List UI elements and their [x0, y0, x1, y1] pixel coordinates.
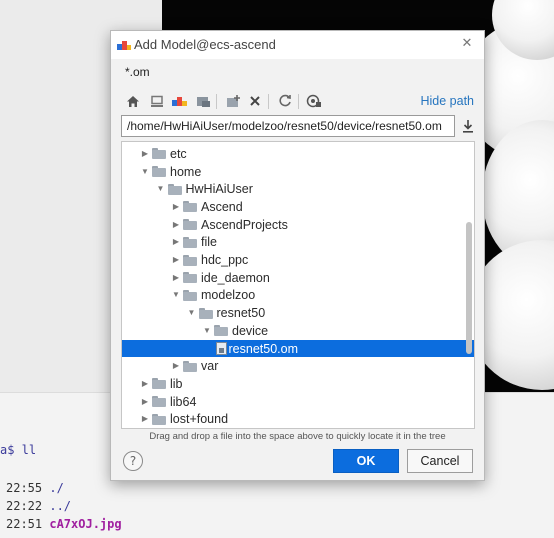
module-icon[interactable]	[195, 93, 211, 109]
chevron-right-icon[interactable]: ▶	[138, 413, 152, 425]
folder-icon	[183, 360, 197, 372]
tree-folder-item[interactable]: ▶ lib	[122, 375, 474, 393]
folder-icon	[152, 378, 166, 390]
close-button[interactable]: ✕	[458, 35, 476, 53]
folder-icon	[152, 148, 166, 160]
folder-icon	[183, 236, 197, 248]
chevron-down-icon[interactable]: ▼	[138, 166, 152, 178]
terminal-line: 22:51 cA7xOJ.jpg	[6, 517, 122, 531]
tree-folder-item[interactable]: ▶ Ascend	[122, 198, 474, 216]
download-button[interactable]	[460, 117, 476, 135]
delete-icon[interactable]	[247, 93, 263, 109]
hide-path-link[interactable]: Hide path	[420, 94, 474, 108]
chevron-down-icon[interactable]: ▼	[200, 325, 214, 337]
tree-item-label: var	[201, 359, 219, 374]
drag-drop-hint: Drag and drop a file into the space abov…	[149, 431, 446, 442]
terminal-line: 22:22 ../	[6, 499, 72, 513]
tree-item-label: lib	[170, 376, 183, 391]
tree-item-label: resnet50	[216, 306, 266, 321]
folder-icon	[183, 254, 197, 266]
dialog-title: Add Model@ecs-ascend	[134, 37, 276, 52]
home-icon[interactable]	[125, 93, 141, 109]
file-filter-label: *.om	[125, 65, 150, 79]
ok-button[interactable]: OK	[333, 449, 399, 473]
folder-icon	[152, 396, 166, 408]
toolbar-separator	[298, 94, 299, 109]
chevron-right-icon[interactable]: ▶	[169, 272, 183, 284]
tree-folder-item[interactable]: ▼ modelzoo	[122, 287, 474, 305]
chevron-down-icon[interactable]: ▼	[169, 289, 183, 301]
toolbar-separator	[268, 94, 269, 109]
folder-icon	[183, 201, 197, 213]
chevron-right-icon[interactable]: ▶	[169, 236, 183, 248]
tree-item-label: etc	[170, 146, 187, 161]
desktop-icon[interactable]	[149, 93, 165, 109]
folder-icon	[183, 272, 197, 284]
tree-folder-item[interactable]: ▶ lost+found	[122, 411, 474, 429]
dialog-titlebar[interactable]: Add Model@ecs-ascend ✕	[111, 31, 484, 59]
folder-icon	[152, 413, 166, 425]
tree-item-label: hdc_ppc	[201, 253, 249, 268]
tree-folder-item[interactable]: ▶ hdc_ppc	[122, 251, 474, 269]
tree-folder-item[interactable]: ▶ AscendProjects	[122, 216, 474, 234]
folder-icon	[183, 289, 197, 301]
tree-folder-item[interactable]: ▼ HwHiAiUser	[122, 180, 474, 198]
chevron-right-icon[interactable]: ▶	[138, 396, 152, 408]
tree-folder-item[interactable]: ▼ home	[122, 163, 474, 181]
download-icon	[463, 120, 473, 133]
terminal-line: 22:55 ./	[6, 481, 64, 495]
tree-item-label: device	[232, 323, 269, 338]
tree-item-label: Ascend	[201, 199, 243, 214]
tree-scrollbar[interactable]	[466, 222, 472, 354]
tree-folder-item[interactable]: ▼ device	[122, 322, 474, 340]
tree-item-label: HwHiAiUser	[185, 182, 253, 197]
file-tree[interactable]: ▶ etc ▼ home ▼ HwHiAiUser ▶ Ascend ▶ AscendProjec…	[121, 141, 475, 429]
tree-item-label: modelzoo	[201, 288, 256, 303]
chevron-down-icon[interactable]: ▼	[154, 183, 168, 195]
help-button[interactable]: ?	[123, 451, 143, 471]
folder-icon	[198, 307, 213, 319]
path-input[interactable]	[121, 115, 455, 137]
terminal-prompt: a$ ll	[0, 443, 37, 457]
tree-item-label: resnet50.om	[228, 341, 298, 356]
tree-folder-item[interactable]: ▶ lib64	[122, 393, 474, 411]
chevron-right-icon[interactable]: ▶	[169, 219, 183, 231]
app-logo-icon	[117, 41, 131, 50]
tree-folder-item[interactable]: ▼ resnet50	[122, 304, 474, 322]
show-hidden-icon[interactable]	[306, 93, 322, 109]
tree-item-label: ide_daemon	[201, 270, 270, 285]
chevron-down-icon[interactable]: ▼	[185, 307, 199, 319]
project-icon[interactable]	[172, 93, 188, 109]
folder-icon	[214, 325, 228, 337]
tree-item-label: home	[170, 164, 202, 179]
tree-item-label: file	[201, 235, 217, 250]
new-folder-icon[interactable]	[225, 93, 241, 109]
tree-folder-item[interactable]: ▶ etc	[122, 145, 474, 163]
chevron-right-icon[interactable]: ▶	[169, 360, 183, 372]
chevron-right-icon[interactable]: ▶	[169, 254, 183, 266]
model-file-icon	[215, 342, 227, 356]
cancel-button[interactable]: Cancel	[407, 449, 473, 473]
tree-folder-item[interactable]: ▶ ide_daemon	[122, 269, 474, 287]
folder-icon	[152, 166, 166, 178]
tree-folder-item[interactable]: ▶ var	[122, 357, 474, 375]
add-model-dialog: Add Model@ecs-ascend ✕ *.om Hide path /h…	[110, 30, 485, 481]
toolbar-separator	[216, 94, 217, 109]
folder-icon	[183, 219, 197, 231]
refresh-icon[interactable]	[277, 93, 293, 109]
chevron-right-icon[interactable]: ▶	[169, 201, 183, 213]
chevron-right-icon[interactable]: ▶	[138, 378, 152, 390]
tree-item-label: AscendProjects	[201, 217, 288, 232]
file-toolbar: Hide path	[111, 91, 484, 113]
folder-icon	[167, 183, 182, 195]
close-icon: ✕	[461, 36, 473, 51]
tree-item-label: lost+found	[170, 412, 229, 427]
chevron-right-icon[interactable]: ▶	[138, 148, 152, 160]
tree-file-item[interactable]: resnet50.om	[122, 339, 474, 358]
tree-folder-item[interactable]: ▶ file	[122, 234, 474, 252]
tree-item-label: lib64	[170, 394, 197, 409]
